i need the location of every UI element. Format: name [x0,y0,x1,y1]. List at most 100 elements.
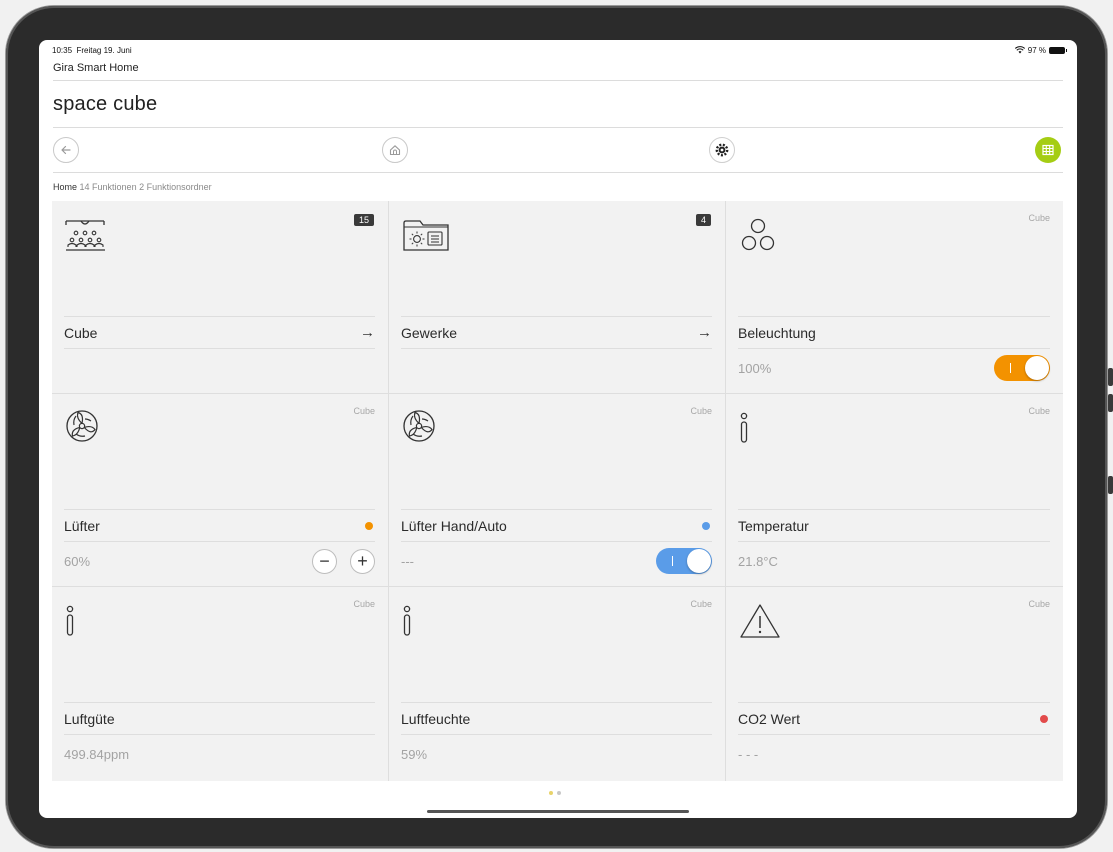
breadcrumb-home[interactable]: Home [53,182,77,192]
home-icon [389,145,401,156]
tile-value: 499.84ppm [64,746,130,762]
tile-value: - - - [738,746,759,762]
tile-label-row: Lüfter [64,509,375,542]
arrow-right-icon: → [697,324,712,341]
increase-button[interactable]: + [350,548,375,574]
side-button [1108,368,1113,386]
room-label: Cube [690,599,712,609]
tile-label: Beleuchtung [738,324,816,341]
tile-temperatur[interactable]: Cube Temperatur 21.8°C [726,394,1063,587]
home-indicator[interactable] [427,810,689,813]
room-people-icon [65,220,105,251]
tile-label: Gewerke [401,324,458,341]
back-button[interactable] [53,137,79,163]
tile-label: Cube [64,324,98,341]
warning-icon [740,604,780,638]
tile-value-row: --- [401,541,712,581]
divider [53,127,1063,128]
tile-value-row: 499.84ppm [64,734,375,774]
tile-label: Lüfter Hand/Auto [401,517,507,534]
tile-value-row: 100% [738,348,1050,388]
status-dot [1040,714,1048,723]
battery-percent: 97 % [1027,45,1046,55]
tile-cube[interactable]: 15 Cube → [52,201,389,394]
settings-button[interactable] [709,137,735,163]
fan-icon [66,410,98,442]
tile-label-row: Temperatur [738,509,1050,542]
toggle-switch[interactable] [656,548,712,574]
status-bar: 10:35 Freitag 19. Juni 97 % [52,44,1067,56]
tile-label-row: CO2 Wert [738,702,1050,735]
room-label: Cube [1028,599,1050,609]
tile-label: Luftgüte [64,710,115,727]
tile-value: --- [401,553,414,569]
tile-label: Temperatur [738,517,809,534]
tile-label: CO2 Wert [738,710,800,727]
gear-icon [715,143,729,157]
page-dot-active [549,791,553,795]
room-label: Cube [1028,213,1050,223]
divider [53,172,1063,173]
tile-value: 60% [64,553,91,569]
tile-label-row: Luftgüte [64,702,375,735]
toggle-knob [687,549,711,573]
tile-value: 100% [738,360,772,376]
info-icon [740,412,748,443]
toggle-knob [1025,356,1049,380]
page-title: space cube [53,93,158,115]
info-icon [66,605,74,636]
tile-label-row: Cube → [64,316,375,349]
home-button[interactable] [382,137,408,163]
tile-co2-wert[interactable]: Cube CO2 Wert - - - [726,587,1063,781]
tile-label-row: Lüfter Hand/Auto [401,509,712,542]
grid-view-icon [1042,144,1054,156]
battery-icon [1049,46,1067,54]
status-dot [365,521,373,530]
status-dot [702,521,710,530]
wifi-icon [1014,46,1025,54]
tile-label-row: Gewerke → [401,316,712,349]
tile-gewerke[interactable]: 4 Gewerke → [389,201,726,394]
tile-luftguete[interactable]: Cube Luftgüte 499.84ppm [52,587,389,781]
tile-value-row: 59% [401,734,712,774]
tile-value-row: - - - [738,734,1050,774]
tile-value-row: 60% − + [64,541,375,581]
tile-grid: 15 Cube → 4 Gewerke → Cube Beleuchtung 1… [52,201,1063,781]
status-date: Freitag 19. Juni [76,45,132,55]
room-label: Cube [353,406,375,416]
breadcrumb: Home 14 Funktionen 2 Funktionsordner [53,182,212,192]
tile-value: 21.8°C [738,553,778,569]
arrow-left-icon [61,145,71,155]
toggle-on-mark [1010,363,1011,373]
toggle-on-mark [672,556,673,566]
count-badge: 15 [353,214,374,226]
tile-luefter[interactable]: Cube Lüfter 60% − + [52,394,389,587]
status-time: 10:35 [52,45,73,55]
tile-label: Lüfter [64,517,100,534]
decrease-button[interactable]: − [312,548,337,574]
tile-label-row: Beleuchtung [738,316,1050,349]
tile-label-row: Luftfeuchte [401,702,712,735]
room-label: Cube [690,406,712,416]
side-button [1108,394,1113,412]
trades-folder-icon [403,220,449,251]
app-name: Gira Smart Home [53,62,139,74]
tile-value: 59% [401,746,428,762]
fan-icon [403,410,435,442]
breadcrumb-functions: 14 Funktionen [79,182,137,192]
breadcrumb-folders: 2 Funktionsordner [139,182,212,192]
screen: 10:35 Freitag 19. Juni 97 % Gira Smart H… [39,40,1077,818]
toggle-switch[interactable] [994,355,1050,381]
side-button [1108,476,1113,494]
divider [53,80,1063,81]
grid-view-button[interactable] [1035,137,1061,163]
room-label: Cube [1028,406,1050,416]
info-icon [403,605,411,636]
page-indicator[interactable] [549,791,561,795]
count-badge: 4 [695,214,711,226]
tile-beleuchtung[interactable]: Cube Beleuchtung 100% [726,201,1063,394]
tile-luefter-hand-auto[interactable]: Cube Lüfter Hand/Auto --- [389,394,726,587]
lights-icon [741,218,775,251]
tile-label: Luftfeuchte [401,710,471,727]
tile-luftfeuchte[interactable]: Cube Luftfeuchte 59% [389,587,726,781]
